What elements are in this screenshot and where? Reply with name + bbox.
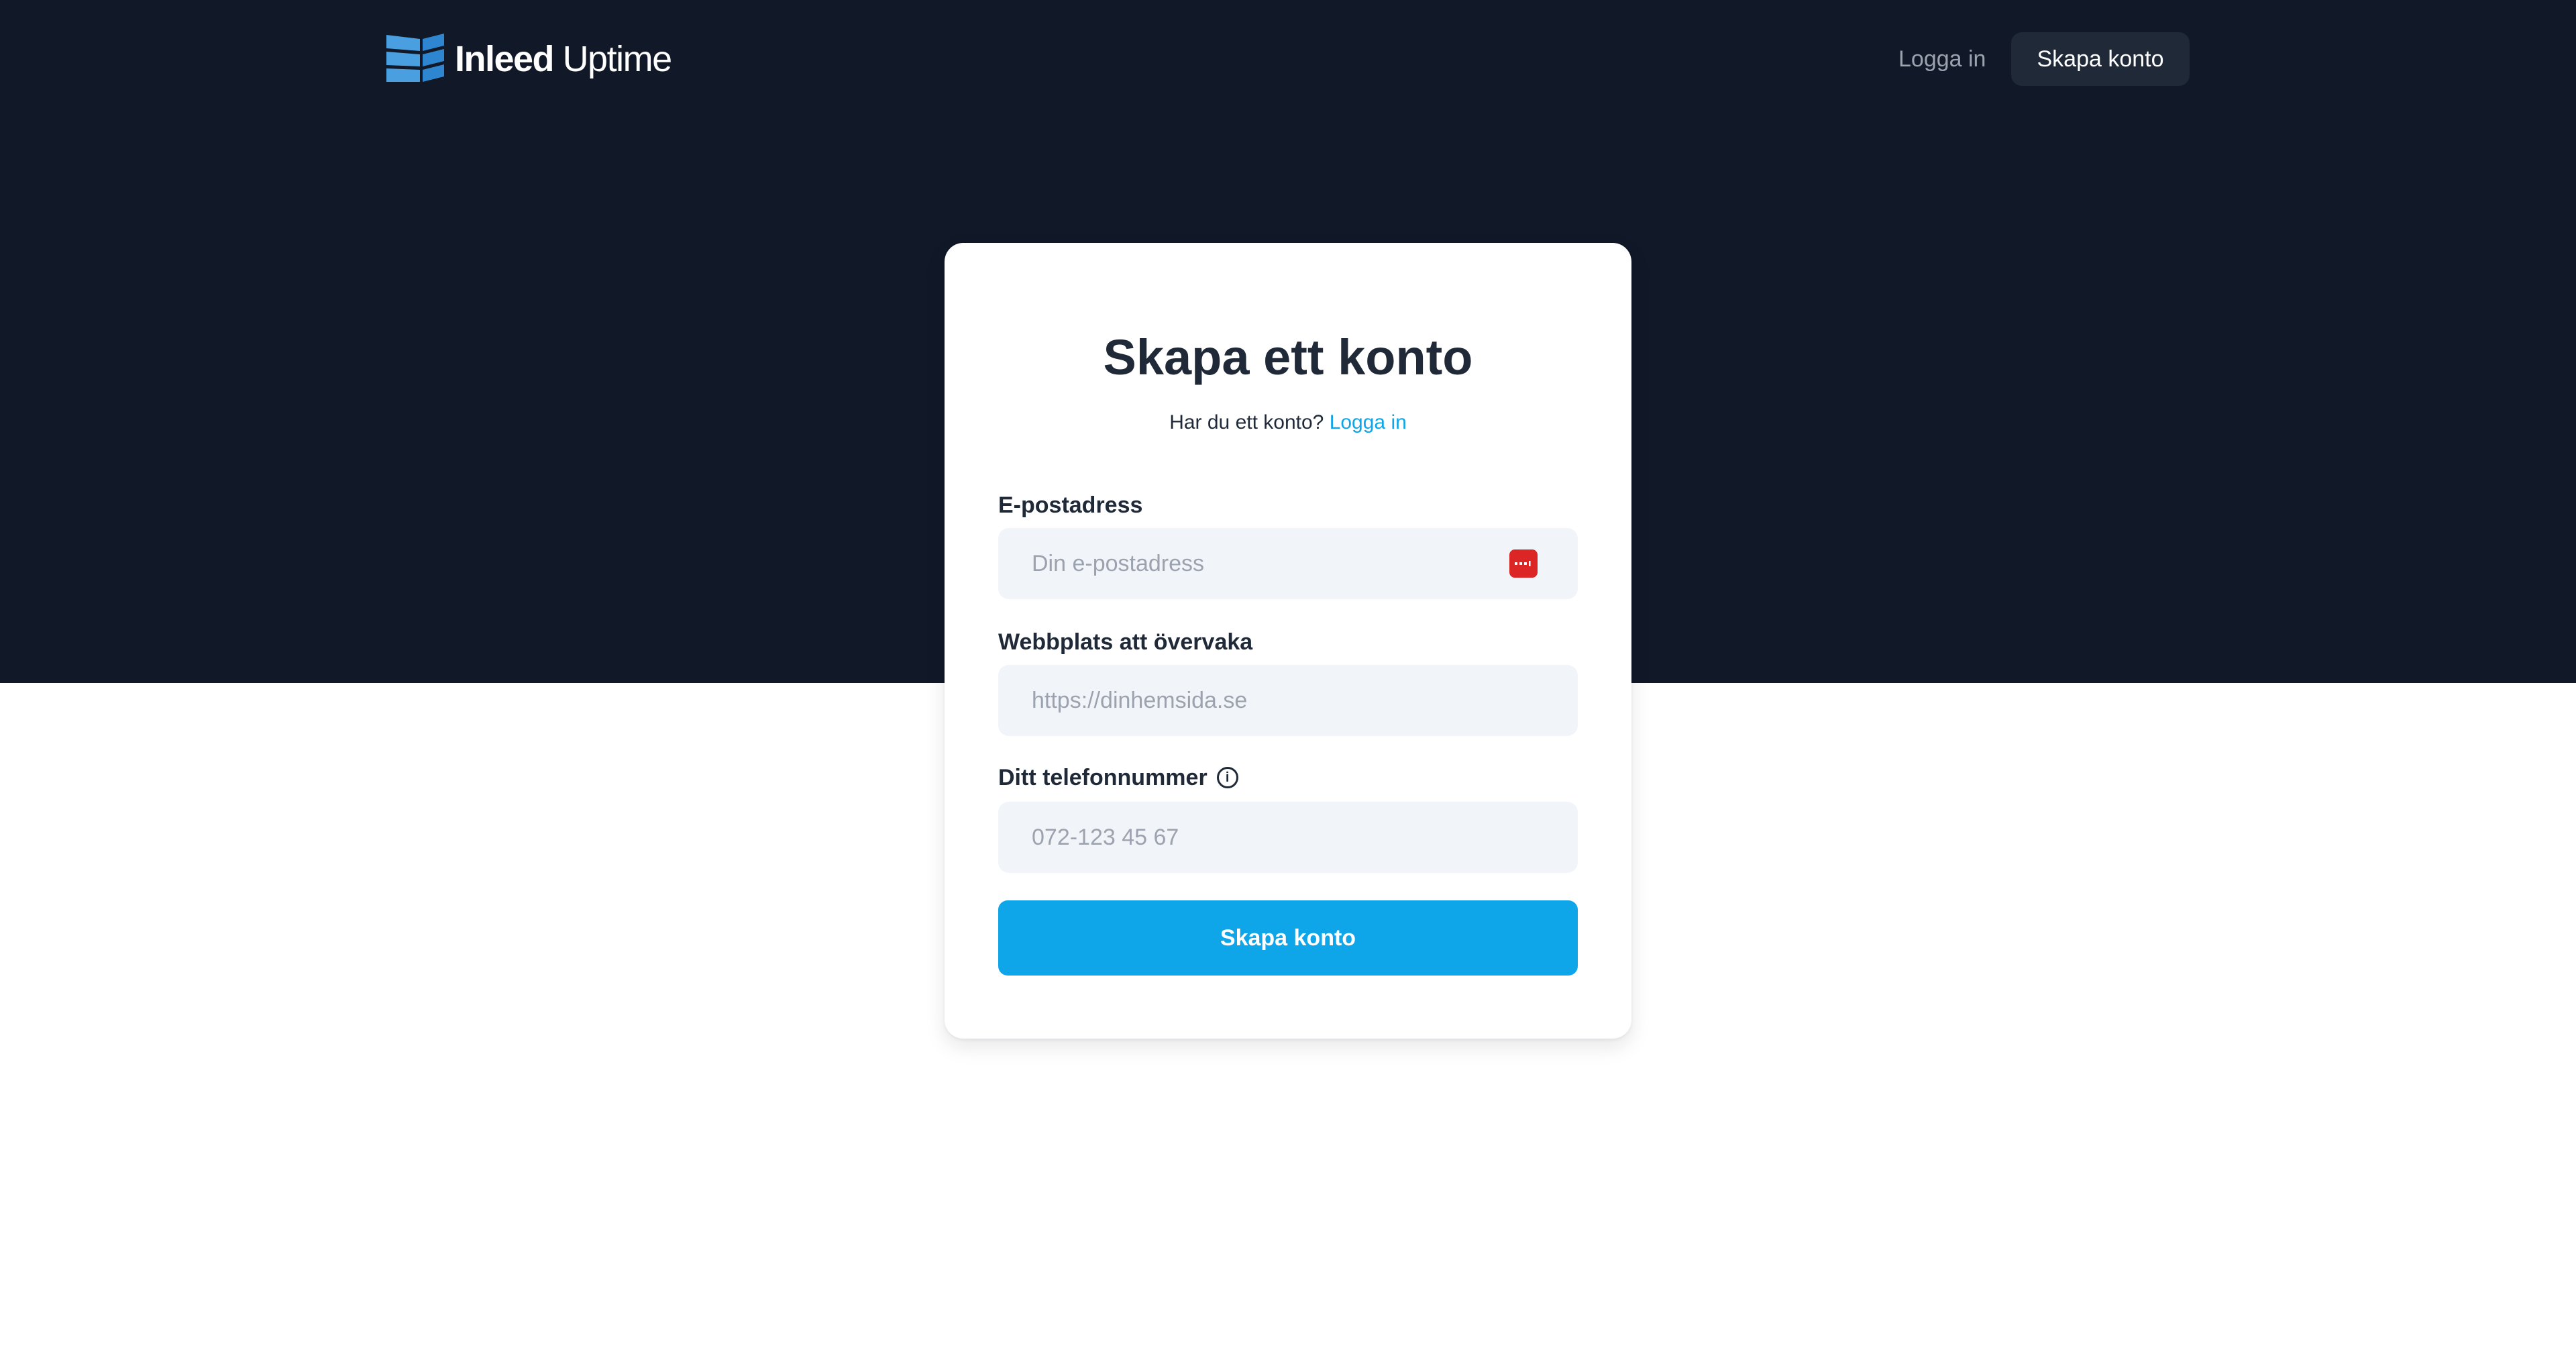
- page-title: Skapa ett konto: [1103, 329, 1473, 385]
- login-link[interactable]: Logga in: [1330, 411, 1407, 433]
- dots-glyph: [1515, 561, 1531, 566]
- brand-name: Inleed Uptime: [455, 41, 672, 77]
- phone-field[interactable]: [998, 802, 1578, 873]
- login-prompt: Har du ett konto? Logga in: [945, 411, 1631, 435]
- brand-logo[interactable]: Inleed Uptime: [386, 32, 672, 86]
- phone-label: Ditt telefonnummer i: [998, 766, 1238, 789]
- nav-signup-button[interactable]: Skapa konto: [2011, 32, 2190, 86]
- signup-card: Skapa ett konto Har du ett konto? Logga …: [945, 243, 1631, 1039]
- create-account-button[interactable]: Skapa konto: [998, 900, 1578, 976]
- website-label-text: Webbplats att övervaka: [998, 629, 1253, 655]
- email-label: E-postadress: [998, 494, 1142, 517]
- brand-name-strong: Inleed: [455, 39, 555, 79]
- email-label-text: E-postadress: [998, 492, 1143, 518]
- brand-name-light: Uptime: [562, 39, 673, 79]
- website-label: Webbplats att övervaka: [998, 631, 1252, 653]
- navbar: Inleed Uptime Logga in Skapa konto: [0, 0, 2576, 118]
- stacked-blocks-icon: [386, 34, 444, 82]
- login-prompt-text: Har du ett konto?: [1169, 411, 1324, 433]
- nav-login-link[interactable]: Logga in: [1884, 32, 2000, 86]
- phone-label-text: Ditt telefonnummer: [998, 765, 1208, 790]
- email-field[interactable]: [998, 528, 1578, 599]
- website-field[interactable]: [998, 665, 1578, 736]
- password-manager-icon[interactable]: [1509, 549, 1538, 578]
- info-icon[interactable]: i: [1216, 767, 1238, 788]
